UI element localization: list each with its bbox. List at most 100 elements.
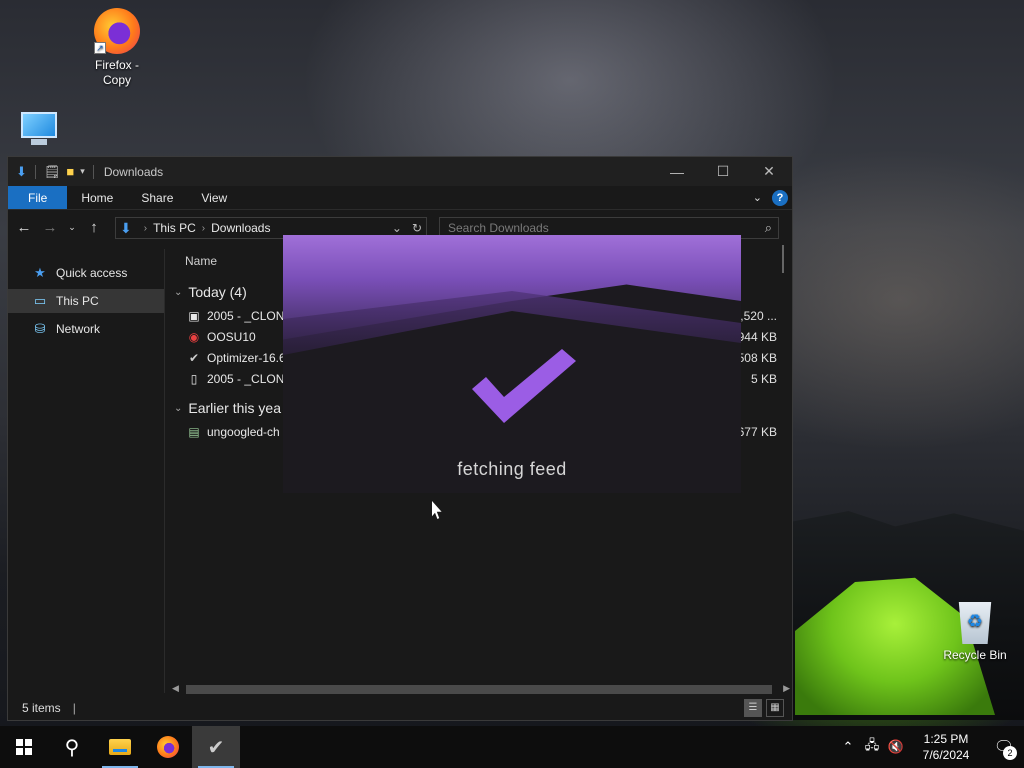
- vertical-scrollbar[interactable]: [782, 245, 784, 273]
- recent-locations-icon[interactable]: ⌄: [68, 222, 76, 233]
- file-size: 944 KB: [737, 329, 777, 344]
- file-size: 508 KB: [737, 350, 777, 365]
- loading-message: fetching feed: [457, 459, 567, 479]
- clock-time: 1:25 PM: [923, 732, 969, 746]
- breadcrumb-downloads[interactable]: Downloads: [211, 221, 270, 235]
- breadcrumb-separator: ›: [143, 222, 148, 234]
- desktop-icon-label: Firefox - Copy: [94, 58, 139, 87]
- file-name: 2005 - _CLONE: [207, 308, 293, 323]
- recycle-bin-icon: ♻: [958, 602, 992, 644]
- desktop-icon-label: Recycle Bin: [943, 648, 1007, 662]
- file-size: ,520 ...: [740, 308, 777, 323]
- desktop-icon-firefox-copy[interactable]: ↗ Firefox - Copy: [82, 8, 152, 88]
- customize-toolbar-icon[interactable]: ▾: [80, 165, 85, 178]
- taskbar-optimizer[interactable]: ✔: [192, 726, 240, 768]
- title-bar[interactable]: ⬇ 🗒 ■ ▾ Downloads — ☐ ✕: [8, 157, 792, 186]
- checkmark-icon: ✔: [188, 350, 200, 365]
- file-explorer-icon: [109, 739, 131, 755]
- nav-item-quick-access[interactable]: ★ Quick access: [8, 261, 164, 285]
- nav-item-this-pc[interactable]: ▭ This PC: [8, 289, 164, 313]
- network-status-icon[interactable]: 🖧: [860, 736, 884, 758]
- this-pc-icon: [17, 110, 61, 148]
- show-hidden-icons-icon[interactable]: ⌃: [836, 739, 860, 755]
- checkmark-icon: [472, 349, 576, 423]
- minimize-button[interactable]: —: [654, 157, 700, 186]
- scroll-left-icon[interactable]: ◀: [172, 683, 179, 694]
- search-button[interactable]: ⚲: [48, 726, 96, 768]
- search-icon: ⚲: [64, 736, 80, 759]
- chevron-down-icon: ⌄: [174, 402, 183, 414]
- action-center-button[interactable]: 🗨 2: [984, 726, 1024, 768]
- tab-view[interactable]: View: [187, 186, 241, 209]
- file-size: 677 KB: [737, 424, 777, 439]
- status-divider: |: [72, 701, 76, 715]
- notification-badge: 2: [1003, 746, 1017, 760]
- search-icon: ⌕: [764, 220, 772, 235]
- desktop-icon-this-pc[interactable]: [4, 110, 74, 148]
- separator: [34, 164, 36, 179]
- archive-icon: ▤: [188, 424, 200, 439]
- desktop-icon-recycle-bin[interactable]: ♻ Recycle Bin: [940, 602, 1010, 663]
- volume-muted-icon[interactable]: 🔇: [884, 739, 908, 755]
- installer-icon: ▣: [188, 308, 200, 323]
- tab-file[interactable]: File: [8, 186, 68, 209]
- scrollbar-thumb[interactable]: [186, 685, 772, 694]
- nav-item-label: This PC: [56, 294, 99, 308]
- maximize-button[interactable]: ☐: [700, 157, 746, 186]
- close-button[interactable]: ✕: [746, 157, 792, 186]
- nav-item-label: Quick access: [56, 266, 128, 280]
- downloads-folder-icon: ⬇: [120, 219, 132, 236]
- taskbar-firefox[interactable]: [144, 726, 192, 768]
- item-count: 5 items: [22, 701, 61, 715]
- star-icon: ★: [34, 265, 46, 280]
- file-name: OOSU10: [207, 329, 256, 344]
- optimizer-icon: ✔: [207, 736, 225, 759]
- start-icon: [16, 739, 32, 755]
- file-size: 5 KB: [750, 371, 777, 386]
- new-folder-icon[interactable]: ■: [66, 165, 74, 178]
- horizontal-scrollbar[interactable]: ◀ ▶: [166, 681, 792, 697]
- clock[interactable]: 1:25 PM 7/6/2024: [908, 731, 984, 763]
- system-tray: ⌃ 🖧 🔇 1:25 PM 7/6/2024 🗨 2: [836, 726, 1024, 768]
- file-name: Optimizer-16.6: [207, 350, 286, 365]
- refresh-icon[interactable]: ↻: [412, 221, 422, 235]
- file-name: ungoogled-ch: [207, 424, 280, 439]
- back-button[interactable]: ←: [16, 219, 32, 236]
- nav-item-label: Network: [56, 322, 101, 336]
- forward-button[interactable]: →: [42, 219, 58, 236]
- group-label: Today (4): [188, 284, 247, 300]
- tab-share[interactable]: Share: [127, 186, 187, 209]
- file-name: 2005 - _CLONE: [207, 371, 293, 386]
- computer-icon: ▭: [33, 293, 47, 308]
- properties-icon[interactable]: 🗒: [44, 165, 61, 178]
- network-icon: ⛁: [34, 321, 46, 336]
- loading-splash-overlay: fetching feed: [283, 235, 741, 493]
- nav-item-network[interactable]: ⛁ Network: [8, 317, 164, 341]
- status-bar: 5 items | ☰ ▦: [8, 696, 792, 720]
- search-input[interactable]: [448, 221, 748, 235]
- details-view-button[interactable]: ☰: [744, 699, 762, 717]
- group-label: Earlier this yea: [188, 400, 281, 416]
- help-icon[interactable]: ?: [772, 189, 788, 206]
- chevron-down-icon: ⌄: [174, 286, 183, 298]
- large-icons-view-button[interactable]: ▦: [766, 699, 784, 717]
- navigation-pane: ★ Quick access ▭ This PC ⛁ Network: [8, 249, 165, 693]
- breadcrumb-separator: ›: [201, 222, 206, 234]
- start-button[interactable]: [0, 726, 48, 768]
- up-button[interactable]: ↑: [86, 219, 102, 236]
- taskbar: ⚲ ✔ ⌃ 🖧 🔇 1:25 PM 7/6/2024 🗨 2: [0, 726, 1024, 768]
- document-icon: ▯: [190, 371, 198, 386]
- expand-ribbon-icon[interactable]: ⌄: [753, 191, 762, 204]
- download-arrow-icon: ⬇: [16, 164, 27, 179]
- address-dropdown-icon[interactable]: ⌄: [392, 221, 402, 235]
- firefox-icon: [157, 736, 179, 758]
- tab-home[interactable]: Home: [67, 186, 127, 209]
- scroll-right-icon[interactable]: ▶: [783, 683, 790, 694]
- breadcrumb-this-pc[interactable]: This PC: [153, 221, 196, 235]
- ribbon-tabs: File Home Share View ⌄ ?: [8, 186, 792, 210]
- firefox-icon: ↗: [94, 8, 140, 54]
- shortcut-arrow-icon: ↗: [94, 42, 106, 54]
- separator: [92, 164, 94, 179]
- taskbar-file-explorer[interactable]: [96, 726, 144, 768]
- clock-date: 7/6/2024: [922, 748, 970, 762]
